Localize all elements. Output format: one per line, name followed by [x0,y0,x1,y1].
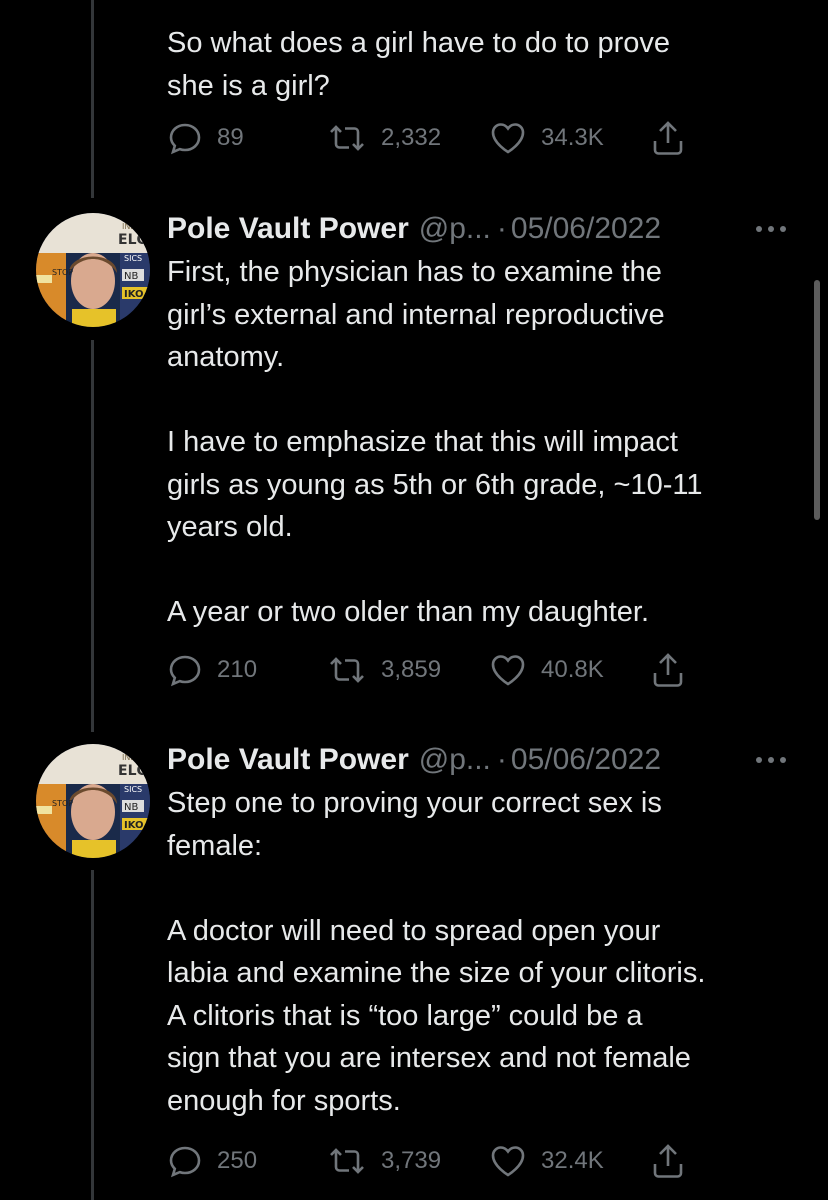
avatar-sign-text: NB [124,271,138,282]
share-button[interactable] [650,118,686,158]
share-icon [653,653,683,687]
avatar-sign-text: SICS [124,254,142,263]
reply-button[interactable]: 210 [167,650,257,690]
avatar-sign-text: ELGI [118,763,150,779]
author-name[interactable]: Pole Vault Power [167,210,409,248]
tweet-header: Pole Vault Power @p... · 05/06/2022 [167,210,787,248]
avatar-sign-text: SICS [124,785,142,794]
retweet-count: 3,739 [381,1147,442,1174]
share-icon [653,121,683,155]
retweet-button[interactable]: 3,859 [327,650,441,690]
reply-count: 250 [217,1147,258,1174]
svg-text:INDO: INDO [122,753,143,762]
like-count: 32.4K [541,1147,604,1174]
tweet-actions: 250 3,739 32.4K [167,1141,727,1181]
tweet-date[interactable]: 05/06/2022 [511,210,661,248]
tweet-text: So what does a girl have to do to prove … [167,27,670,102]
share-icon [653,1144,683,1178]
author-name[interactable]: Pole Vault Power [167,741,409,779]
reply-icon [169,655,201,687]
like-button[interactable]: 40.8K [489,650,604,690]
avatar[interactable]: INDO ELGI SICS NB IKO STOP [36,213,150,327]
tweet-header: Pole Vault Power @p... · 05/06/2022 [167,741,787,779]
heart-icon [491,1146,525,1177]
tweet-date[interactable]: 05/06/2022 [511,741,661,779]
tweet-actions: 210 3,859 40.8K [167,650,727,690]
retweet-icon [330,125,364,151]
more-icon[interactable] [754,755,788,765]
reply-icon [169,1146,201,1178]
separator: · [496,212,507,245]
tweet-text: Step one to proving your correct sex is … [167,787,706,1117]
reply-icon [169,123,201,155]
tweet-actions: 89 2,332 34.3K [167,118,727,158]
separator: · [496,743,507,776]
reply-button[interactable]: 250 [167,1141,257,1181]
tweet-text: First, the physician has to examine the … [167,256,703,628]
share-button[interactable] [650,1141,686,1181]
retweet-count: 3,859 [381,656,442,683]
retweet-count: 2,332 [381,124,442,151]
reply-count: 210 [217,656,258,683]
author-handle[interactable]: @p... [419,741,491,779]
tweet[interactable]: INDO ELGI SICS NB IKO STOP Pole Vault Po… [0,200,828,730]
avatar-sign-text: NB [124,802,138,813]
avatar-sign-text: STOP [52,268,73,277]
avatar-sign-text: ELGI [118,232,150,248]
svg-text:INDO: INDO [122,222,143,231]
retweet-icon [330,1148,364,1174]
share-button[interactable] [650,650,686,690]
retweet-button[interactable]: 3,739 [327,1141,441,1181]
tweet[interactable]: So what does a girl have to do to prove … [0,0,828,200]
author-handle[interactable]: @p... [419,210,491,248]
avatar-sign-text: IKO [124,289,144,300]
retweet-button[interactable]: 2,332 [327,118,441,158]
like-button[interactable]: 32.4K [489,1141,604,1181]
retweet-icon [330,657,364,683]
heart-icon [491,123,525,154]
heart-icon [491,655,525,686]
like-button[interactable]: 34.3K [489,118,604,158]
avatar-sign-text: STOP [52,799,73,808]
more-icon[interactable] [754,224,788,234]
reply-count: 89 [217,124,244,151]
like-count: 40.8K [541,656,604,683]
avatar[interactable]: INDO ELGI SICS NB IKO STOP [36,744,150,858]
avatar-sign-text: IKO [124,820,144,831]
like-count: 34.3K [541,124,604,151]
tweet[interactable]: INDO ELGI SICS NB IKO STOP Pole Vault Po… [0,730,828,1200]
reply-button[interactable]: 89 [167,118,244,158]
